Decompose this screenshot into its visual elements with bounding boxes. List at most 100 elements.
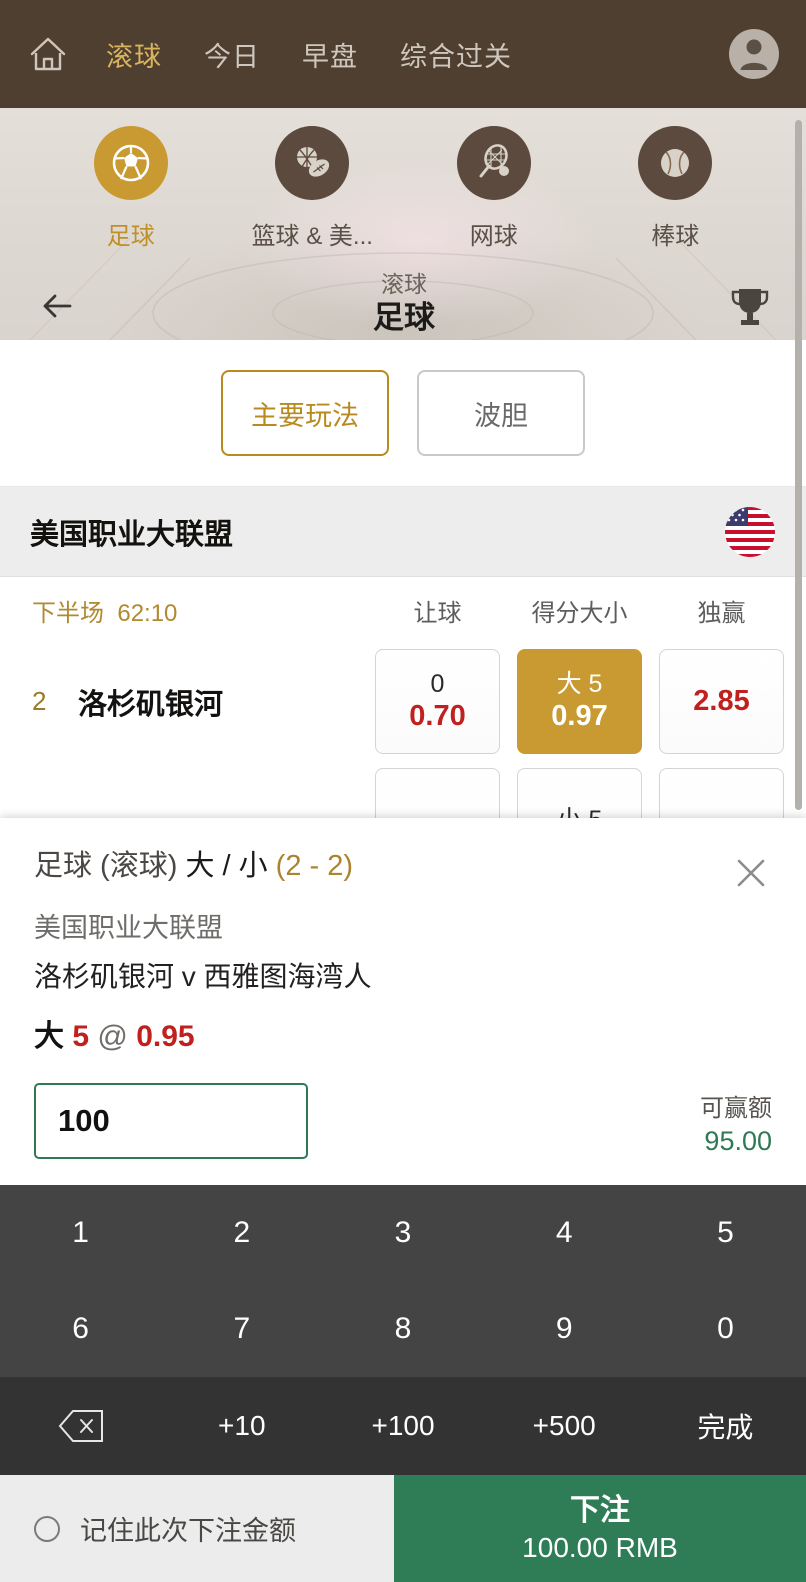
- league-header[interactable]: 美国职业大联盟: [0, 487, 806, 577]
- match-period: 下半场: [32, 599, 104, 627]
- stake-input[interactable]: 100: [34, 1083, 308, 1159]
- tab-correct-score[interactable]: 波胆: [417, 370, 585, 456]
- odds-value-handicap-home: 0.70: [409, 700, 466, 733]
- bet-slip-panel: 足球 (滚球) 大 / 小 (2 - 2) 美国职业大联盟 洛杉矶银河 v 西雅…: [0, 818, 806, 1582]
- user-avatar-icon[interactable]: [728, 28, 780, 80]
- bet-slip-title: 足球 (滚球) 大 / 小 (2 - 2): [34, 848, 730, 886]
- soccer-ball-icon: [93, 126, 168, 200]
- remember-stake-toggle[interactable]: 记住此次下注金额: [0, 1475, 394, 1582]
- page-header: 滚球 足球: [0, 251, 806, 340]
- match-row-home: 2 洛杉矶银河 0 0.70 大 5 0.97 2.85: [22, 643, 784, 754]
- nav-link-early[interactable]: 早盘: [302, 35, 358, 74]
- home-team-score: 2: [32, 686, 47, 716]
- place-bet-amount: 100.00 RMB: [522, 1531, 678, 1563]
- key-7[interactable]: 7: [161, 1281, 322, 1377]
- bet-slip-score: (2 - 2): [275, 850, 354, 882]
- page-scrollbar[interactable]: [795, 120, 802, 810]
- match-status: 下半场 62:10: [22, 593, 375, 628]
- odds-cell-moneyline-home[interactable]: 2.85: [659, 649, 784, 754]
- sport-label-baseball: 棒球: [651, 223, 700, 250]
- sport-label-tennis: 网球: [469, 223, 518, 250]
- match-clock: 62:10: [117, 599, 178, 627]
- odds-value-moneyline-home: 2.85: [693, 685, 750, 718]
- bet-slip-title-row: 足球 (滚球) 大 / 小 (2 - 2): [34, 848, 772, 894]
- tennis-racket-icon: [456, 126, 531, 200]
- odds-cell-handicap-home[interactable]: 0 0.70: [375, 649, 500, 754]
- key-2[interactable]: 2: [161, 1185, 322, 1281]
- odds-line-handicap-home: 0: [430, 669, 445, 698]
- match-header-row: 下半场 62:10 让球 得分大小 独赢: [22, 577, 784, 643]
- keypad-row-2: 6 7 8 9 0: [0, 1281, 806, 1377]
- market-tabs: 主要玩法 波胆: [0, 340, 806, 487]
- key-4[interactable]: 4: [484, 1185, 645, 1281]
- bet-slip-body: 足球 (滚球) 大 / 小 (2 - 2) 美国职业大联盟 洛杉矶银河 v 西雅…: [0, 818, 806, 1055]
- page-title: 足球: [373, 300, 435, 335]
- sports-hero-section: 足球 篮球 & 美... 网球 棒球 滚球 足球: [0, 108, 806, 340]
- nav-link-parlay[interactable]: 综合过关: [400, 35, 512, 74]
- bet-slip-footer: 记住此次下注金额 下注 100.00 RMB: [0, 1475, 806, 1582]
- key-8[interactable]: 8: [322, 1281, 483, 1377]
- home-odds-cells: 0 0.70 大 5 0.97 2.85: [375, 649, 784, 754]
- nav-link-live[interactable]: 滚球: [106, 35, 162, 74]
- key-3[interactable]: 3: [322, 1185, 483, 1281]
- column-header-handicap: 让球: [413, 599, 462, 627]
- numeric-keypad: 1 2 3 4 5 6 7 8 9 0 +10 +100 +500 完成: [0, 1185, 806, 1475]
- page-subtitle: 滚球: [381, 271, 427, 298]
- key-6[interactable]: 6: [0, 1281, 161, 1377]
- back-arrow-icon[interactable]: [34, 283, 80, 329]
- sports-category-list: 足球 篮球 & 美... 网球 棒球: [0, 108, 806, 251]
- column-header-moneyline: 独赢: [697, 599, 746, 627]
- key-9[interactable]: 9: [484, 1281, 645, 1377]
- key-add-100[interactable]: +100: [322, 1377, 483, 1475]
- bet-slip-selection: 大 5 @ 0.95: [34, 1011, 772, 1055]
- close-icon[interactable]: [730, 852, 772, 894]
- sport-label-basketball-football: 篮球 & 美...: [251, 223, 373, 250]
- sport-label-soccer: 足球: [106, 223, 155, 250]
- bet-slip-pick-line: 5: [72, 1020, 90, 1053]
- baseball-icon: [638, 126, 713, 200]
- key-backspace[interactable]: [0, 1377, 161, 1475]
- key-1[interactable]: 1: [0, 1185, 161, 1281]
- potential-winnings-label: 可赢额: [700, 1094, 772, 1122]
- tab-main-markets[interactable]: 主要玩法: [221, 370, 389, 456]
- home-team-block: 2 洛杉矶银河: [22, 649, 375, 754]
- page-header-titles: 滚球 足球: [80, 270, 728, 338]
- sport-tab-baseball[interactable]: 棒球: [585, 126, 767, 251]
- bet-slip-teams: 洛杉矶银河 v 西雅图海湾人: [34, 961, 372, 992]
- bet-slip-sport: 足球 (滚球): [34, 850, 178, 882]
- bet-slip-pick-side: 大: [34, 1020, 64, 1053]
- odds-cell-total-over[interactable]: 大 5 0.97: [517, 649, 642, 754]
- sport-tab-soccer[interactable]: 足球: [40, 126, 222, 251]
- key-0[interactable]: 0: [645, 1281, 806, 1377]
- app-screen: 滚球 今日 早盘 综合过关 足球 篮球 & 美... 网球 棒球 滚球 足球 主…: [0, 0, 806, 1582]
- usa-flag-icon: [724, 506, 776, 558]
- key-add-500[interactable]: +500: [484, 1377, 645, 1475]
- backspace-icon: [57, 1408, 105, 1444]
- place-bet-button[interactable]: 下注 100.00 RMB: [394, 1475, 806, 1582]
- keypad-row-1: 1 2 3 4 5: [0, 1185, 806, 1281]
- key-done[interactable]: 完成: [645, 1377, 806, 1475]
- sport-tab-tennis[interactable]: 网球: [403, 126, 585, 251]
- bet-slip-league: 美国职业大联盟: [34, 913, 223, 943]
- sport-tab-basketball-football[interactable]: 篮球 & 美...: [222, 126, 404, 251]
- nav-link-today[interactable]: 今日: [204, 35, 260, 74]
- key-add-10[interactable]: +10: [161, 1377, 322, 1475]
- remember-stake-label: 记住此次下注金额: [80, 1516, 296, 1546]
- bet-slip-price: 0.95: [136, 1020, 195, 1053]
- home-team-name: 洛杉矶银河: [78, 688, 224, 721]
- keypad-action-row: +10 +100 +500 完成: [0, 1377, 806, 1475]
- odds-line-total-over: 大 5: [556, 669, 603, 698]
- bet-slip-market: 大 / 小: [185, 850, 268, 882]
- odds-value-total-over: 0.97: [551, 700, 608, 733]
- key-5[interactable]: 5: [645, 1185, 806, 1281]
- stake-row: 100 可赢额 95.00: [0, 1055, 806, 1185]
- league-name: 美国职业大联盟: [30, 518, 234, 551]
- basketball-football-icon: [275, 126, 350, 200]
- potential-winnings-value: 95.00: [704, 1125, 772, 1156]
- place-bet-title: 下注: [570, 1493, 630, 1527]
- top-navigation-bar: 滚球 今日 早盘 综合过关: [0, 0, 806, 108]
- trophy-icon[interactable]: [728, 283, 772, 329]
- potential-winnings: 可赢额 95.00: [700, 1093, 772, 1159]
- home-icon[interactable]: [26, 32, 70, 76]
- radio-unchecked-icon: [34, 1515, 60, 1542]
